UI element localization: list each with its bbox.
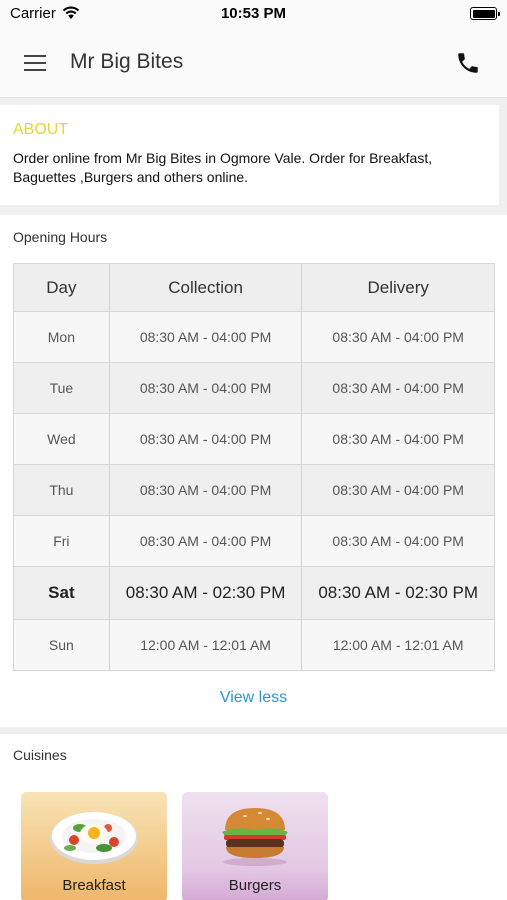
day-cell: Sun: [13, 619, 110, 671]
opening-hours-section: Opening Hours Day Collection Delivery Mo…: [0, 215, 507, 727]
delivery-hours-cell: 12:00 AM - 12:01 AM: [301, 619, 495, 671]
hamburger-menu-icon[interactable]: [20, 50, 50, 76]
day-cell: Wed: [13, 413, 110, 465]
cuisine-label: Burgers: [228, 877, 282, 894]
page-title: Mr Big Bites: [70, 50, 184, 73]
day-cell: Mon: [13, 311, 110, 363]
table-header-row: Day Collection Delivery: [13, 263, 495, 312]
column-header-collection: Collection: [108, 263, 303, 312]
delivery-hours-cell: 08:30 AM - 04:00 PM: [301, 311, 495, 363]
column-header-day: Day: [13, 263, 110, 312]
collection-hours-cell: 08:30 AM - 04:00 PM: [108, 311, 303, 363]
delivery-hours-cell: 08:30 AM - 04:00 PM: [301, 464, 495, 516]
nav-bar: Mr Big Bites: [0, 28, 507, 98]
collection-hours-cell: 08:30 AM - 04:00 PM: [108, 362, 303, 414]
breakfast-plate-icon: [50, 812, 138, 864]
delivery-hours-cell: 08:30 AM - 04:00 PM: [301, 362, 495, 414]
opening-hours-table: Day Collection Delivery Mon 08:30 AM - 0…: [13, 263, 495, 671]
table-row: Wed 08:30 AM - 04:00 PM 08:30 AM - 04:00…: [13, 413, 495, 465]
opening-hours-title: Opening Hours: [13, 229, 108, 245]
collection-hours-cell: 12:00 AM - 12:01 AM: [108, 619, 303, 671]
battery-icon: [470, 7, 500, 20]
collection-hours-cell: 08:30 AM - 04:00 PM: [108, 464, 303, 516]
delivery-hours-cell: 08:30 AM - 04:00 PM: [301, 515, 495, 567]
column-header-delivery: Delivery: [301, 263, 495, 312]
about-title: ABOUT: [13, 121, 69, 138]
cuisine-tile-burgers[interactable]: Burgers: [182, 792, 328, 900]
day-cell: Thu: [13, 464, 110, 516]
status-bar: Carrier 10:53 PM: [0, 0, 507, 28]
table-row: Fri 08:30 AM - 04:00 PM 08:30 AM - 04:00…: [13, 515, 495, 567]
table-row: Sun 12:00 AM - 12:01 AM 12:00 AM - 12:01…: [13, 619, 495, 671]
day-cell: Sat: [13, 566, 110, 620]
table-row: Thu 08:30 AM - 04:00 PM 08:30 AM - 04:00…: [13, 464, 495, 516]
view-less-link[interactable]: View less: [0, 689, 507, 707]
about-description: Order online from Mr Big Bites in Ogmore…: [13, 150, 433, 185]
collection-hours-cell: 08:30 AM - 04:00 PM: [108, 413, 303, 465]
table-row: Mon 08:30 AM - 04:00 PM 08:30 AM - 04:00…: [13, 311, 495, 363]
delivery-hours-cell: 08:30 AM - 02:30 PM: [301, 566, 495, 620]
table-row: Tue 08:30 AM - 04:00 PM 08:30 AM - 04:00…: [13, 362, 495, 414]
burger-icon: [222, 808, 288, 866]
cuisine-tile-breakfast[interactable]: Breakfast: [21, 792, 167, 900]
delivery-hours-cell: 08:30 AM - 04:00 PM: [301, 413, 495, 465]
about-section: ABOUT Order online from Mr Big Bites in …: [0, 105, 499, 205]
day-cell: Fri: [13, 515, 110, 567]
cuisine-label: Breakfast: [62, 877, 126, 894]
cuisines-title: Cuisines: [13, 747, 67, 763]
cuisines-section: Cuisines Breakfast Burgers: [0, 734, 507, 900]
table-row-today: Sat 08:30 AM - 02:30 PM 08:30 AM - 02:30…: [13, 566, 495, 620]
phone-call-icon[interactable]: [455, 50, 481, 76]
status-time: 10:53 PM: [220, 5, 287, 22]
day-cell: Tue: [13, 362, 110, 414]
collection-hours-cell: 08:30 AM - 02:30 PM: [108, 566, 303, 620]
collection-hours-cell: 08:30 AM - 04:00 PM: [108, 515, 303, 567]
